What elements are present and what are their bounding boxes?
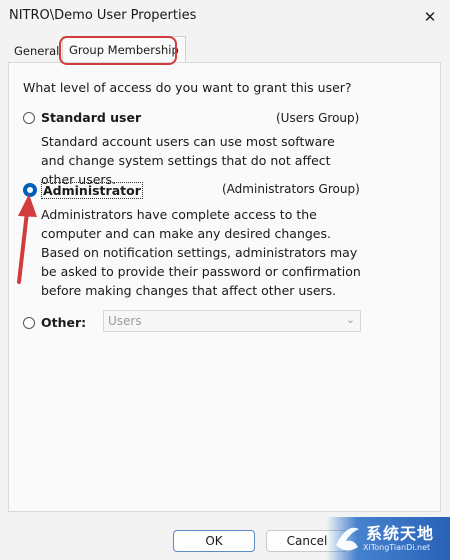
tab-general[interactable]: General [14,40,59,62]
close-icon[interactable]: ✕ [418,6,442,28]
window-title: NITRO\Demo User Properties [9,8,197,23]
tab-highlight-annotation [59,36,177,65]
watermark-url: XiTongTianDi.net [363,543,431,552]
standard-user-group: (Users Group) [276,111,360,125]
chevron-down-icon: ⌄ [345,313,355,326]
administrator-description: Administrators have complete access to t… [41,207,361,298]
other-radio[interactable] [23,317,35,329]
standard-user-label[interactable]: Standard user [41,110,141,125]
other-group-select[interactable]: Users ⌄ [103,310,361,332]
ok-button[interactable]: OK [173,530,255,552]
annotation-arrow-icon [17,194,37,284]
administrator-group: (Administrators Group) [222,182,360,196]
access-question: What level of access do you want to gran… [23,80,352,95]
other-label[interactable]: Other: [41,315,86,330]
other-group-select-value: Users [108,314,142,328]
watermark-text: 系统天地 [366,524,435,543]
administrator-label[interactable]: Administrator [41,182,143,199]
watermark-logo-icon [336,527,359,551]
title-bar: NITRO\Demo User Properties ✕ [0,0,450,34]
standard-user-description: Standard account users can use most soft… [41,134,335,187]
standard-user-radio[interactable] [23,112,35,124]
